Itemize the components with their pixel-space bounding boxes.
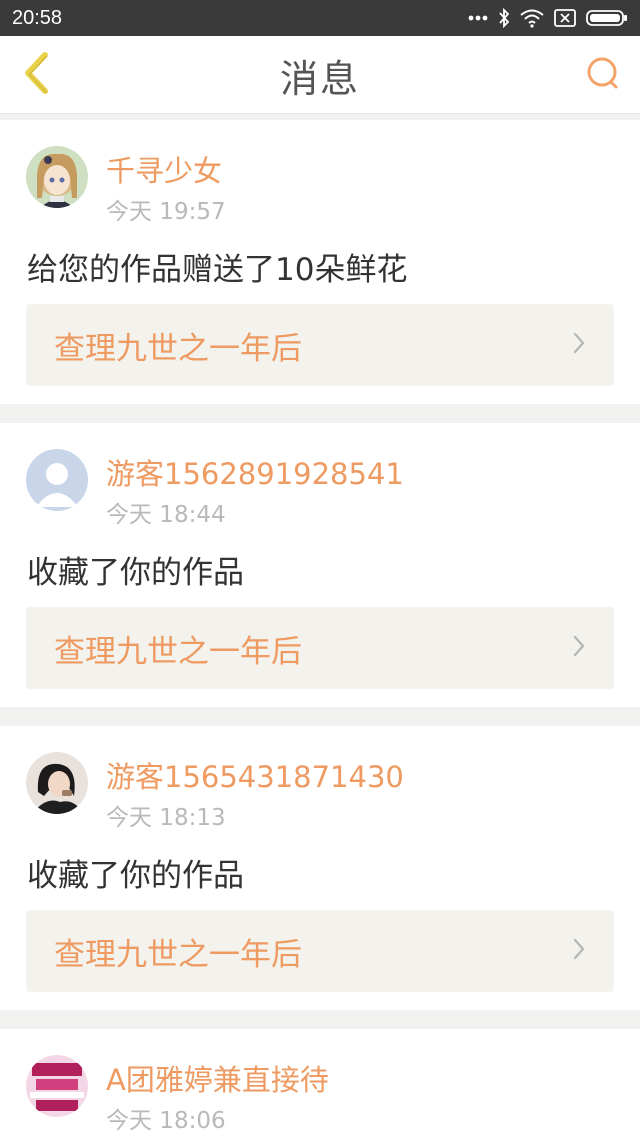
work-link[interactable]: 查理九世之一年后 bbox=[26, 304, 614, 386]
page-title: 消息 bbox=[279, 56, 360, 101]
message-card: 游客1565431871430 今天 18:13 收藏了你的作品 查理九世之一年… bbox=[0, 726, 640, 1010]
work-title: 查理九世之一年后 bbox=[54, 633, 302, 670]
work-title: 查理九世之一年后 bbox=[54, 936, 302, 973]
default-user-avatar[interactable] bbox=[26, 449, 88, 511]
battery-icon bbox=[586, 9, 628, 27]
status-time: 20:58 bbox=[12, 6, 63, 29]
message-time: 今天 18:06 bbox=[106, 1108, 226, 1134]
search-button[interactable] bbox=[582, 54, 624, 96]
status-icons bbox=[468, 8, 628, 28]
bluetooth-icon bbox=[498, 8, 510, 28]
message-text: 收藏了你的作品 bbox=[27, 555, 244, 591]
message-time: 今天 19:57 bbox=[106, 199, 226, 225]
chevron-right-icon bbox=[572, 634, 586, 662]
sim-icon bbox=[554, 9, 576, 27]
work-link[interactable]: 查理九世之一年后 bbox=[26, 607, 614, 689]
message-text: 给您的作品赠送了10朵鲜花 bbox=[27, 252, 408, 288]
sender-name[interactable]: 游客1565431871430 bbox=[106, 754, 404, 796]
message-list: 千寻少女 今天 19:57 给您的作品赠送了10朵鲜花 查理九世之一年后 游客1… bbox=[0, 120, 640, 1138]
app-bar: 消息 bbox=[0, 36, 640, 114]
more-dots-icon bbox=[468, 15, 488, 21]
message-card: 游客1562891928541 今天 18:44 收藏了你的作品 查理九世之一年… bbox=[0, 423, 640, 707]
search-icon bbox=[585, 55, 621, 95]
sender-name[interactable]: 千寻少女 bbox=[106, 148, 222, 190]
work-link[interactable]: 查理九世之一年后 bbox=[26, 910, 614, 992]
message-time: 今天 18:44 bbox=[106, 502, 226, 528]
chevron-right-icon bbox=[572, 937, 586, 965]
anime-girl-avatar[interactable] bbox=[26, 146, 88, 208]
chevron-right-icon bbox=[572, 331, 586, 359]
message-text: 收藏了你的作品 bbox=[27, 858, 244, 894]
work-title: 查理九世之一年后 bbox=[54, 330, 302, 367]
message-card: A团雅婷兼直接待 今天 18:06 bbox=[0, 1029, 640, 1138]
sender-name[interactable]: A团雅婷兼直接待 bbox=[106, 1057, 329, 1099]
sender-name[interactable]: 游客1562891928541 bbox=[106, 451, 404, 493]
message-time: 今天 18:13 bbox=[106, 805, 226, 831]
photo-girl-avatar[interactable] bbox=[26, 752, 88, 814]
wifi-icon bbox=[520, 8, 544, 28]
message-card: 千寻少女 今天 19:57 给您的作品赠送了10朵鲜花 查理九世之一年后 bbox=[0, 120, 640, 404]
recruitment-ad-avatar[interactable] bbox=[26, 1055, 88, 1117]
status-bar: 20:58 bbox=[0, 0, 640, 36]
